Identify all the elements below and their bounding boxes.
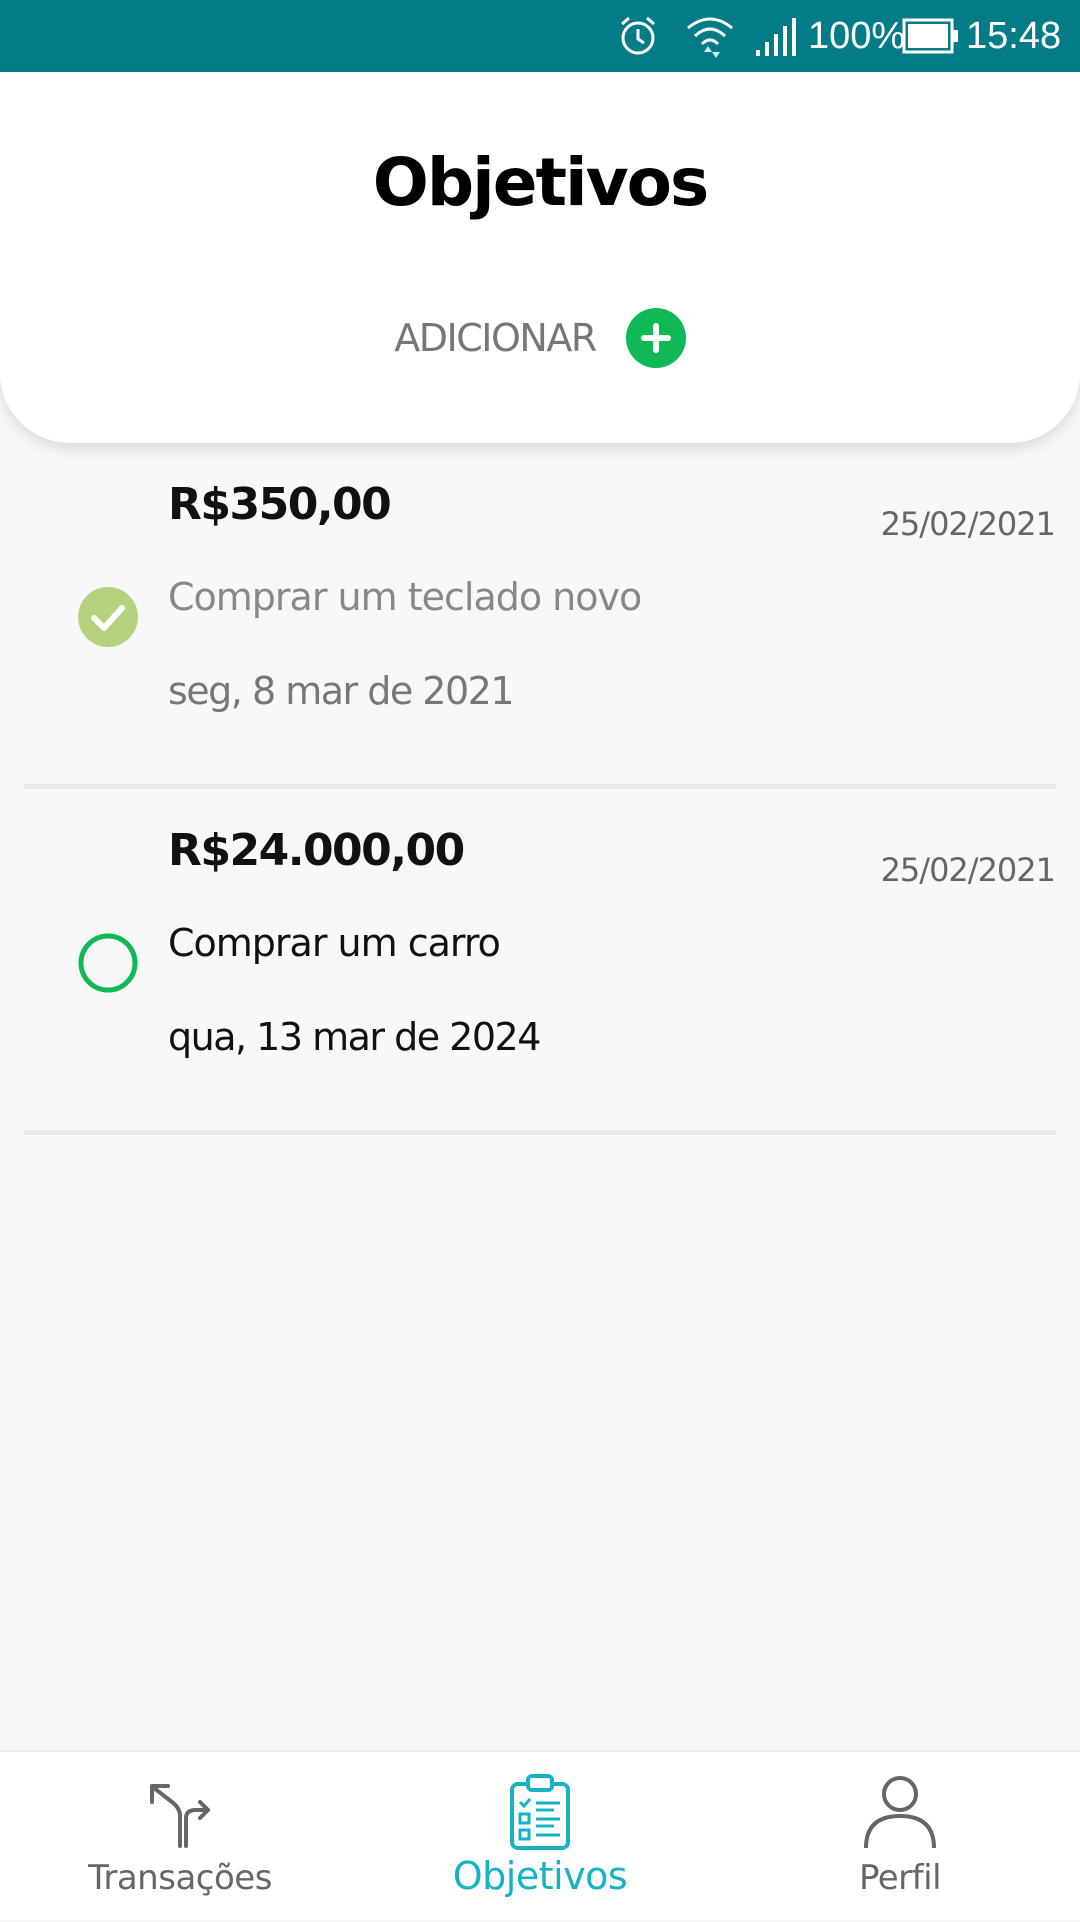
goal-description: Comprar um teclado novo [168, 575, 642, 619]
nav-label-perfil: Perfil [858, 1858, 942, 1898]
battery-icon [902, 18, 958, 54]
goal-deadline: qua, 13 mar de 2024 [168, 1015, 541, 1059]
check-circle-icon[interactable] [78, 587, 138, 647]
fork-arrows-icon [150, 1784, 210, 1848]
plus-circle-icon[interactable] [625, 308, 686, 368]
goal-item[interactable]: R$350,00 25/02/2021 Comprar um teclado n… [0, 443, 1080, 789]
header-card: Objetivos ADICIONAR [0, 72, 1080, 443]
nav-item-objetivos[interactable]: Objetivos [360, 1752, 720, 1922]
bottom-nav: Transações Objetivos Perfil [0, 1750, 1080, 1920]
battery-percent: 100% [808, 15, 906, 57]
divider [24, 1130, 1056, 1135]
goal-amount: R$350,00 [168, 479, 392, 530]
nav-item-transacoes[interactable]: Transações [0, 1752, 360, 1922]
page-title: Objetivos [372, 144, 710, 221]
signal-icon [756, 18, 796, 56]
goal-description: Comprar um carro [168, 921, 501, 965]
goal-item[interactable]: R$24.000,00 25/02/2021 Comprar um carro … [0, 789, 1080, 1135]
alarm-icon [621, 16, 655, 55]
goal-deadline: seg, 8 mar de 2021 [168, 669, 515, 713]
empty-circle-icon[interactable] [78, 933, 138, 993]
nav-label-transacoes: Transações [88, 1858, 272, 1898]
wifi-icon [687, 17, 733, 58]
clipboard-checklist-icon [510, 1774, 570, 1850]
goal-created-date: 25/02/2021 [880, 851, 1056, 889]
person-icon [864, 1776, 936, 1849]
nav-item-perfil[interactable]: Perfil [720, 1752, 1080, 1922]
goal-amount: R$24.000,00 [168, 825, 465, 876]
goal-created-date: 25/02/2021 [880, 505, 1056, 543]
clock: 15:48 [966, 15, 1062, 57]
status-bar: 100% 15:48 [0, 0, 1080, 72]
nav-label-objetivos: Objetivos [452, 1854, 628, 1898]
add-goal-button[interactable]: ADICIONAR [0, 308, 1080, 368]
add-goal-label: ADICIONAR [394, 316, 597, 360]
